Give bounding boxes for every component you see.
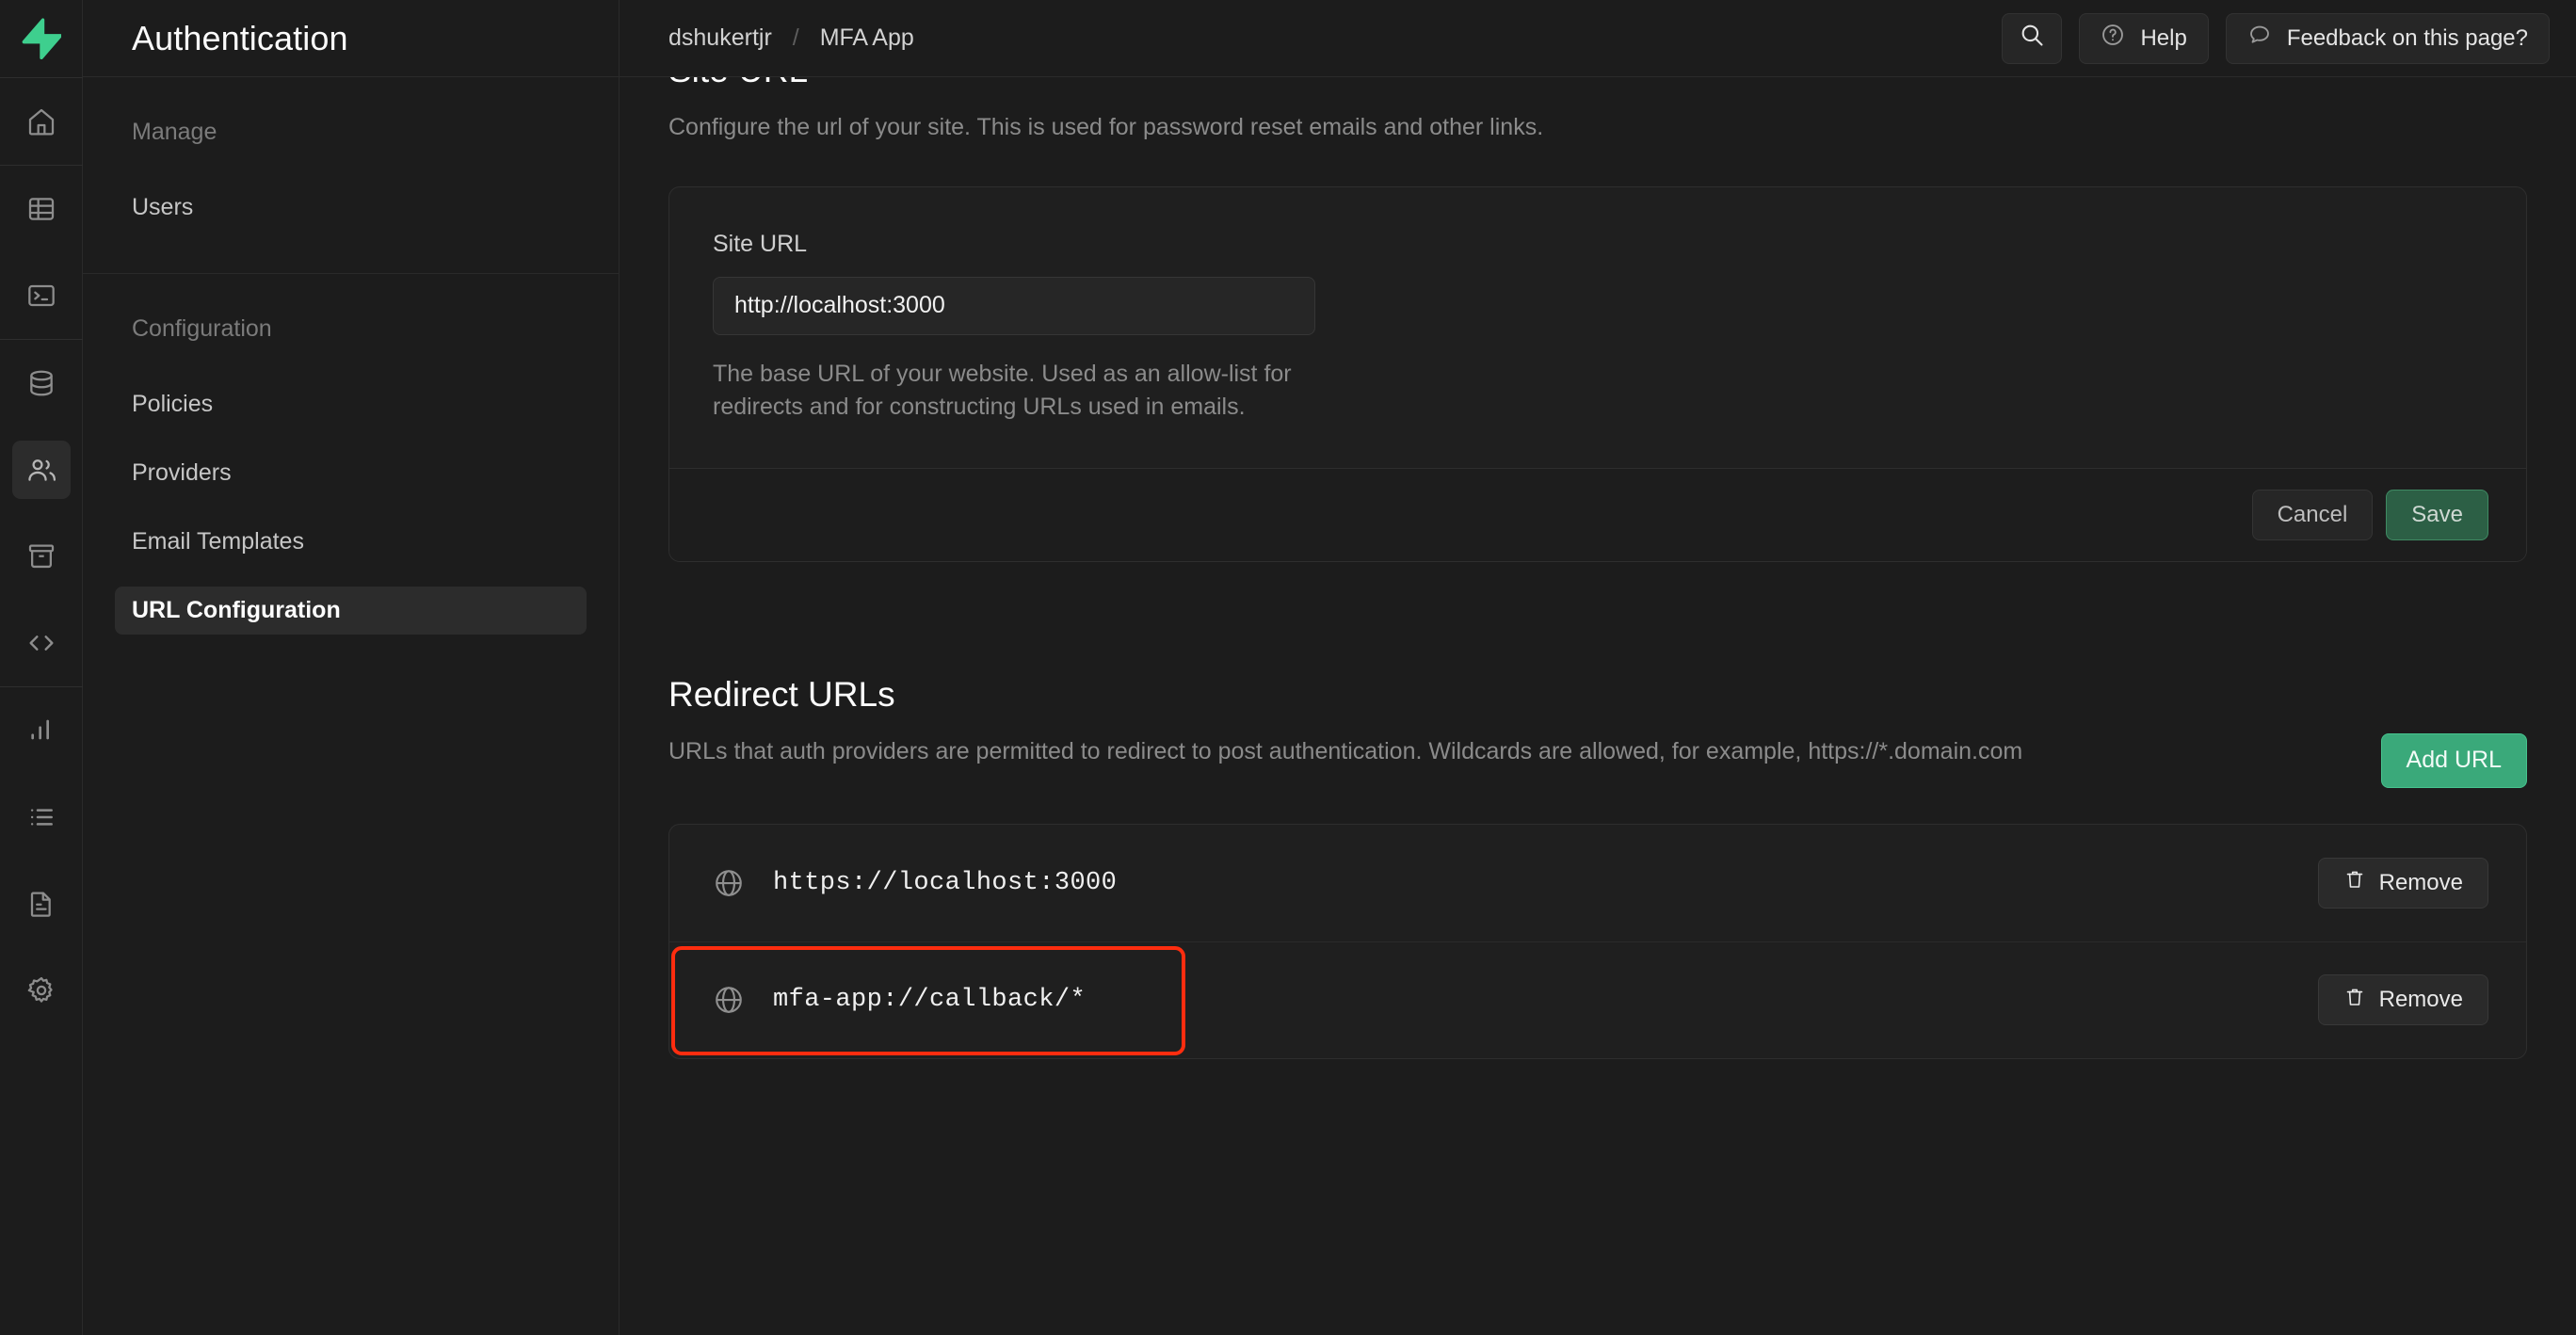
topbar: dshukertjr / MFA App Help Feedback on th… [620, 0, 2576, 77]
sidebar-group-label-configuration: Configuration [132, 315, 272, 342]
remove-label: Remove [2378, 987, 2463, 1012]
sidebar-group-label-manage: Manage [132, 119, 217, 145]
redirect-urls-description: URLs that auth providers are permitted t… [668, 737, 2023, 764]
redirect-url-value: mfa-app://callback/* [773, 986, 1087, 1014]
secondary-sidebar: Authentication Manage Users Configuratio… [83, 0, 620, 1335]
remove-url-button[interactable]: Remove [2317, 857, 2488, 909]
site-url-description: Configure the url of your site. This is … [668, 114, 1544, 140]
breadcrumb-project[interactable]: MFA App [820, 24, 914, 52]
site-url-card-footer: Cancel Save [669, 467, 2526, 561]
sidebar-body: Manage Users Configuration Policies Prov… [83, 77, 619, 635]
site-url-field-label: Site URL [713, 230, 808, 257]
rail-item-settings[interactable] [12, 961, 71, 1020]
globe-icon [713, 984, 745, 1016]
primary-icon-rail [0, 0, 83, 1335]
redirect-url-value: https://localhost:3000 [773, 868, 1118, 897]
trash-icon [2343, 986, 2366, 1015]
site-url-input[interactable]: http://localhost:3000 [713, 276, 1315, 335]
chat-bubble-icon [2247, 23, 2272, 54]
redirect-url-row: https://localhost:3000 Remove [669, 825, 2526, 941]
rail-item-storage[interactable] [12, 527, 71, 586]
site-url-card: Site URL http://localhost:3000 The base … [668, 185, 2527, 562]
supabase-logo[interactable] [0, 0, 82, 77]
rail-item-logs[interactable] [12, 788, 71, 846]
trash-icon [2343, 868, 2366, 897]
redirect-urls-title: Redirect URLs [668, 674, 895, 714]
globe-icon [713, 867, 745, 899]
remove-label: Remove [2378, 869, 2463, 895]
help-button[interactable]: Help [2079, 12, 2209, 64]
rail-group-primary [12, 78, 71, 165]
rail-group-build [12, 166, 71, 339]
rail-item-database[interactable] [12, 354, 71, 412]
sidebar-header: Authentication [83, 0, 619, 77]
site-url-section: Site URL Configure the url of your site.… [668, 77, 2527, 562]
redirect-urls-section: Redirect URLs URLs that auth providers a… [668, 675, 2527, 1059]
sidebar-item-policies[interactable]: Policies [115, 380, 587, 428]
question-circle-icon [2101, 23, 2125, 54]
sidebar-item-providers[interactable]: Providers [115, 449, 587, 497]
redirect-urls-list: https://localhost:3000 Remove mfa-app://… [668, 823, 2527, 1059]
cancel-button[interactable]: Cancel [2251, 489, 2374, 540]
rail-item-api-docs[interactable] [12, 875, 71, 933]
rail-item-table-editor[interactable] [12, 180, 71, 238]
site-url-title: Site URL [668, 77, 2527, 90]
sidebar-group-configuration: Configuration Policies Providers Email T… [83, 273, 619, 635]
breadcrumb-org[interactable]: dshukertjr [668, 24, 772, 52]
rail-group-observe [12, 687, 71, 1034]
sidebar-group-manage: Manage Users [83, 119, 619, 232]
feedback-button[interactable]: Feedback on this page? [2225, 12, 2550, 64]
redirect-url-row: mfa-app://callback/* Remove [669, 941, 2526, 1058]
rail-item-authentication[interactable] [11, 441, 71, 499]
feedback-label: Feedback on this page? [2286, 24, 2528, 51]
sidebar-item-users[interactable]: Users [115, 184, 587, 232]
add-url-button[interactable]: Add URL [2380, 732, 2527, 788]
site-url-field-help: The base URL of your website. Used as an… [713, 360, 1292, 421]
search-button[interactable] [2002, 12, 2063, 64]
help-label: Help [2140, 24, 2187, 51]
content-scroll-area[interactable]: Site URL Configure the url of your site.… [620, 77, 2576, 1335]
rail-item-edge-functions[interactable] [12, 614, 71, 672]
rail-group-product [11, 340, 71, 686]
main-area: dshukertjr / MFA App Help Feedback on th… [620, 0, 2576, 1335]
save-button[interactable]: Save [2386, 489, 2488, 540]
sidebar-item-url-configuration[interactable]: URL Configuration [115, 587, 587, 635]
remove-url-button[interactable]: Remove [2317, 974, 2488, 1025]
rail-item-sql-editor[interactable] [12, 266, 71, 325]
breadcrumb-separator: / [792, 24, 799, 51]
sidebar-item-email-templates[interactable]: Email Templates [115, 518, 587, 566]
search-icon [2019, 22, 2045, 55]
rail-item-reports[interactable] [12, 701, 71, 760]
app-root: Authentication Manage Users Configuratio… [0, 0, 2576, 1335]
rail-item-home[interactable] [12, 92, 71, 151]
site-url-card-body: Site URL http://localhost:3000 The base … [669, 187, 2526, 468]
sidebar-title: Authentication [132, 18, 348, 57]
